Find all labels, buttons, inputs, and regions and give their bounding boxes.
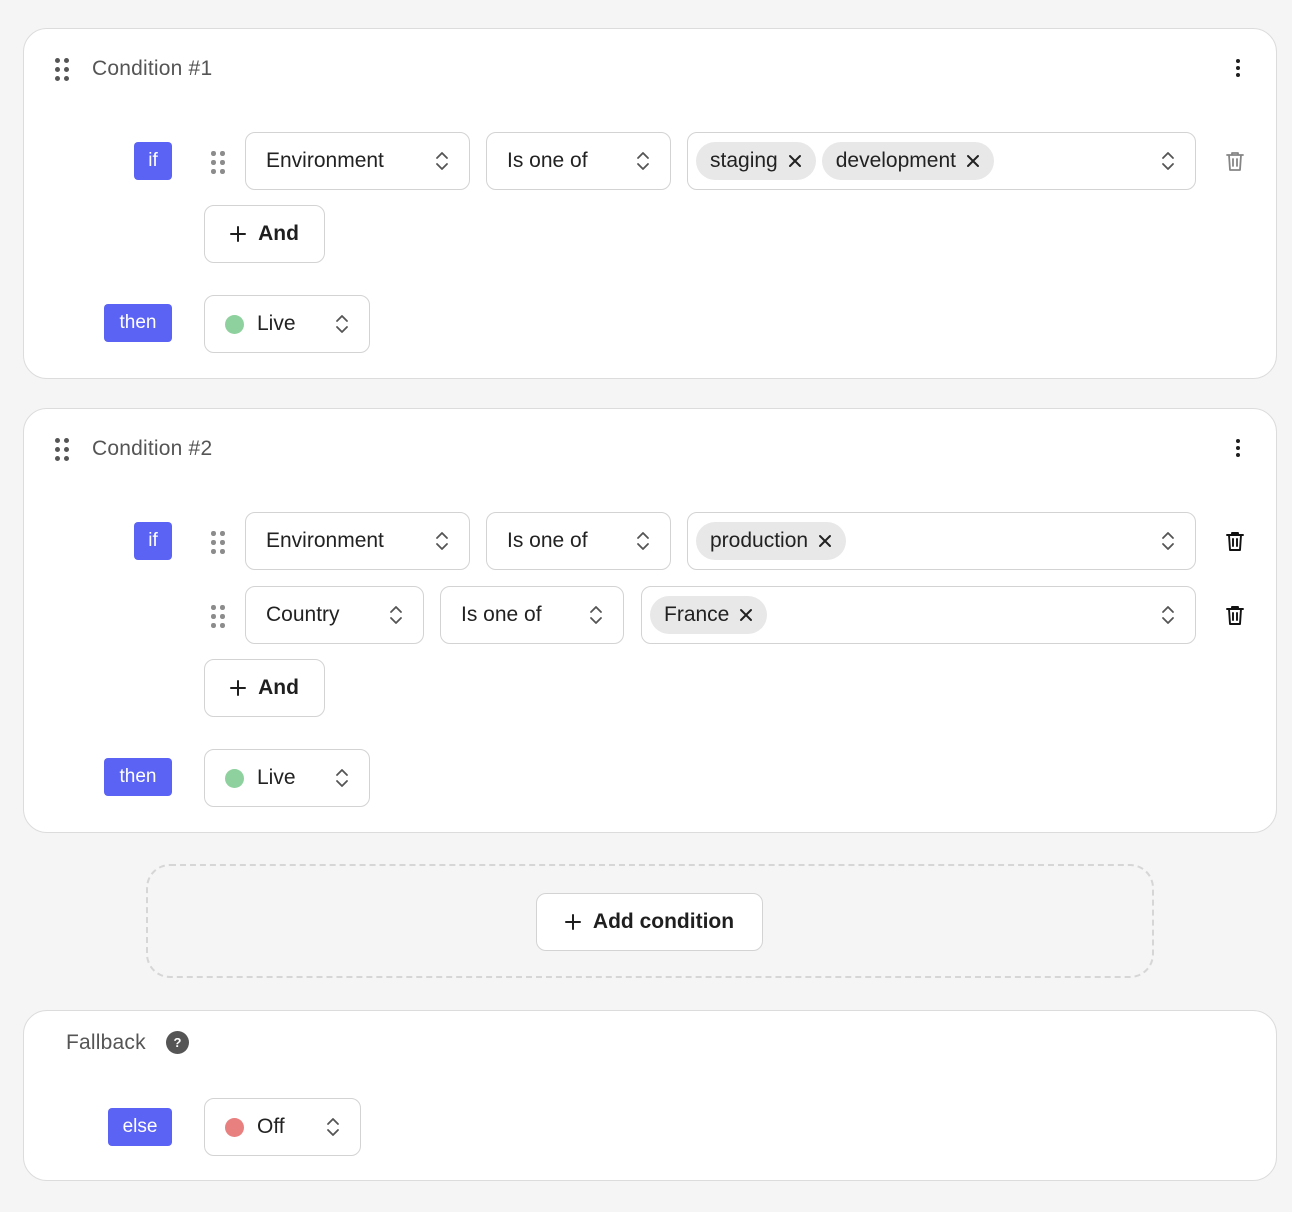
rule-drag-handle-icon[interactable] (211, 531, 225, 554)
result-select[interactable]: Live (204, 749, 370, 807)
operator-value: Is one of (461, 603, 542, 626)
attribute-select[interactable]: Environment (245, 512, 470, 570)
chevron-updown-icon (637, 532, 649, 550)
and-label: And (258, 222, 299, 245)
close-icon[interactable] (739, 608, 753, 622)
operator-value: Is one of (507, 529, 588, 552)
result-value: Live (257, 766, 296, 789)
attribute-select[interactable]: Country (245, 586, 424, 644)
trash-icon[interactable] (1225, 530, 1245, 552)
live-status-dot (225, 314, 244, 334)
result-value: Live (257, 312, 296, 335)
condition-title: Condition #2 (92, 437, 213, 460)
help-icon[interactable]: ? (166, 1031, 189, 1054)
operator-select[interactable]: Is one of (440, 586, 624, 644)
rule-drag-handle-icon[interactable] (211, 605, 225, 628)
close-icon[interactable] (818, 534, 832, 548)
chevron-updown-icon (1162, 532, 1174, 550)
condition-title: Condition #1 (92, 57, 213, 80)
values-multiselect[interactable]: production (687, 512, 1196, 570)
condition-card-1: Condition #1 if Environment Is one of st… (23, 28, 1277, 379)
condition-card-2: Condition #2 if Environment Is one of pr… (23, 408, 1277, 833)
chip-label: development (835, 149, 956, 172)
live-status-dot (225, 768, 244, 788)
off-status-dot (225, 1117, 244, 1137)
chevron-updown-icon (336, 769, 348, 787)
values-multiselect[interactable]: France (641, 586, 1196, 644)
if-tag: if (134, 522, 172, 560)
chip-label: staging (710, 149, 778, 172)
value-chip: production (696, 522, 847, 560)
add-and-button[interactable]: And (204, 205, 325, 263)
trash-icon[interactable] (1225, 150, 1245, 172)
value-chip: staging (696, 142, 816, 180)
operator-value: Is one of (507, 149, 588, 172)
chevron-updown-icon (1162, 606, 1174, 624)
attribute-select[interactable]: Environment (245, 132, 470, 190)
chevron-updown-icon (1162, 152, 1174, 170)
plus-icon (230, 226, 247, 242)
more-options-icon[interactable] (1228, 435, 1248, 461)
chevron-updown-icon (590, 606, 602, 624)
if-tag: if (134, 142, 172, 180)
plus-icon (230, 680, 247, 696)
chevron-updown-icon (436, 532, 448, 550)
more-options-icon[interactable] (1228, 55, 1248, 81)
value-chip: France (650, 596, 768, 634)
fallback-title: Fallback (66, 1031, 146, 1054)
add-and-button[interactable]: And (204, 659, 325, 717)
trash-icon[interactable] (1225, 604, 1245, 626)
fallback-result-select[interactable]: Off (204, 1098, 361, 1156)
add-condition-label: Add condition (592, 910, 735, 933)
then-tag: then (104, 304, 172, 342)
attribute-value: Country (266, 603, 340, 626)
values-multiselect[interactable]: staging development (687, 132, 1196, 190)
plus-icon (564, 914, 581, 930)
result-select[interactable]: Live (204, 295, 370, 353)
and-label: And (258, 676, 299, 699)
close-icon[interactable] (966, 154, 980, 168)
chevron-updown-icon (390, 606, 402, 624)
fallback-card: Fallback ? else Off (23, 1010, 1277, 1181)
drag-handle-icon[interactable] (55, 438, 69, 461)
attribute-value: Environment (266, 529, 384, 552)
then-tag: then (104, 758, 172, 796)
chevron-updown-icon (336, 315, 348, 333)
close-icon[interactable] (788, 154, 802, 168)
attribute-value: Environment (266, 149, 384, 172)
chip-label: France (664, 603, 730, 626)
chevron-updown-icon (637, 152, 649, 170)
rule-drag-handle-icon[interactable] (211, 151, 225, 174)
chip-label: production (710, 529, 809, 552)
operator-select[interactable]: Is one of (486, 512, 671, 570)
value-chip: development (821, 142, 994, 180)
add-condition-button[interactable]: Add condition (536, 893, 763, 951)
result-value: Off (257, 1115, 285, 1138)
operator-select[interactable]: Is one of (486, 132, 671, 190)
chevron-updown-icon (436, 152, 448, 170)
else-tag: else (108, 1108, 172, 1146)
chevron-updown-icon (327, 1118, 339, 1136)
drag-handle-icon[interactable] (55, 58, 69, 81)
